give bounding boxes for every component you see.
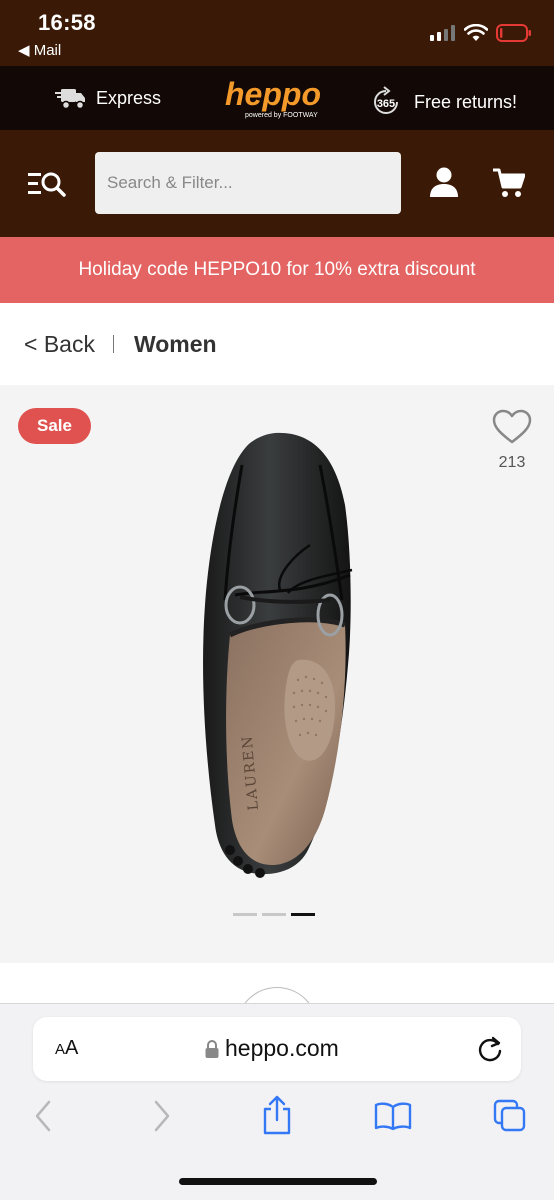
breadcrumb-separator bbox=[112, 335, 114, 353]
carousel-dot[interactable] bbox=[233, 913, 257, 916]
wifi-icon bbox=[464, 24, 488, 41]
breadcrumb: < Back Women bbox=[0, 303, 554, 385]
share-icon[interactable] bbox=[262, 1095, 292, 1135]
account-icon[interactable] bbox=[428, 166, 460, 198]
carousel-indicators bbox=[233, 913, 315, 916]
status-icons bbox=[430, 24, 532, 42]
text-size-button[interactable]: AA bbox=[55, 1037, 78, 1060]
heart-icon[interactable] bbox=[492, 409, 532, 445]
heppo-logo[interactable]: heppo powered by FOOTWAY bbox=[225, 74, 331, 124]
nav-bar bbox=[0, 130, 554, 237]
holiday-code-banner[interactable]: Holiday code HEPPO10 for 10% extra disco… bbox=[0, 237, 554, 303]
url-display[interactable]: heppo.com bbox=[205, 1035, 339, 1062]
express-shipping: Express bbox=[54, 86, 161, 110]
returns-365-icon: 365 bbox=[373, 86, 398, 114]
free-returns-label: Free returns! bbox=[413, 91, 517, 112]
lock-icon bbox=[205, 1039, 219, 1058]
search-input[interactable] bbox=[95, 152, 401, 214]
browser-chrome: AA heppo.com bbox=[0, 1003, 554, 1200]
reload-icon[interactable] bbox=[477, 1035, 503, 1063]
forward-icon[interactable] bbox=[152, 1099, 172, 1133]
svg-text:heppo: heppo bbox=[225, 76, 321, 112]
status-bar: 16:58 ◀ Mail bbox=[0, 0, 554, 66]
like-count: 213 bbox=[498, 454, 526, 471]
bookmarks-icon[interactable] bbox=[374, 1101, 412, 1131]
breadcrumb-current[interactable]: Women bbox=[134, 331, 217, 358]
delivery-truck-icon bbox=[55, 89, 85, 110]
battery-icon bbox=[496, 24, 531, 42]
svg-text:powered by FOOTWAY: powered by FOOTWAY bbox=[245, 112, 318, 119]
tabs-icon[interactable] bbox=[493, 1099, 527, 1133]
carousel-dot[interactable] bbox=[262, 913, 286, 916]
home-indicator[interactable] bbox=[179, 1178, 377, 1185]
browser-toolbar bbox=[0, 1095, 554, 1149]
status-time: 16:58 bbox=[38, 10, 96, 35]
address-bar[interactable]: AA heppo.com bbox=[33, 1017, 521, 1081]
svg-text:365: 365 bbox=[377, 98, 395, 110]
back-icon[interactable] bbox=[33, 1099, 53, 1133]
product-image[interactable]: LAUREN bbox=[180, 425, 380, 885]
below-fold-content bbox=[0, 963, 554, 1069]
carousel-dot-active[interactable] bbox=[291, 913, 315, 916]
signal-icon bbox=[430, 25, 455, 41]
sale-badge: Sale bbox=[18, 408, 91, 444]
menu-search-icon[interactable] bbox=[28, 170, 66, 198]
search-box[interactable] bbox=[95, 152, 401, 214]
back-link[interactable]: < Back bbox=[24, 331, 95, 358]
url-text: heppo.com bbox=[225, 1035, 339, 1061]
express-label: Express bbox=[96, 87, 162, 108]
cart-icon[interactable] bbox=[493, 168, 525, 198]
product-gallery[interactable]: Sale 213 LAUREN bbox=[0, 385, 554, 963]
free-returns: 365 Free returns! bbox=[370, 86, 517, 118]
back-to-mail-link[interactable]: ◀ Mail bbox=[18, 41, 61, 59]
holiday-banner-text: Holiday code HEPPO10 for 10% extra disco… bbox=[78, 259, 476, 280]
